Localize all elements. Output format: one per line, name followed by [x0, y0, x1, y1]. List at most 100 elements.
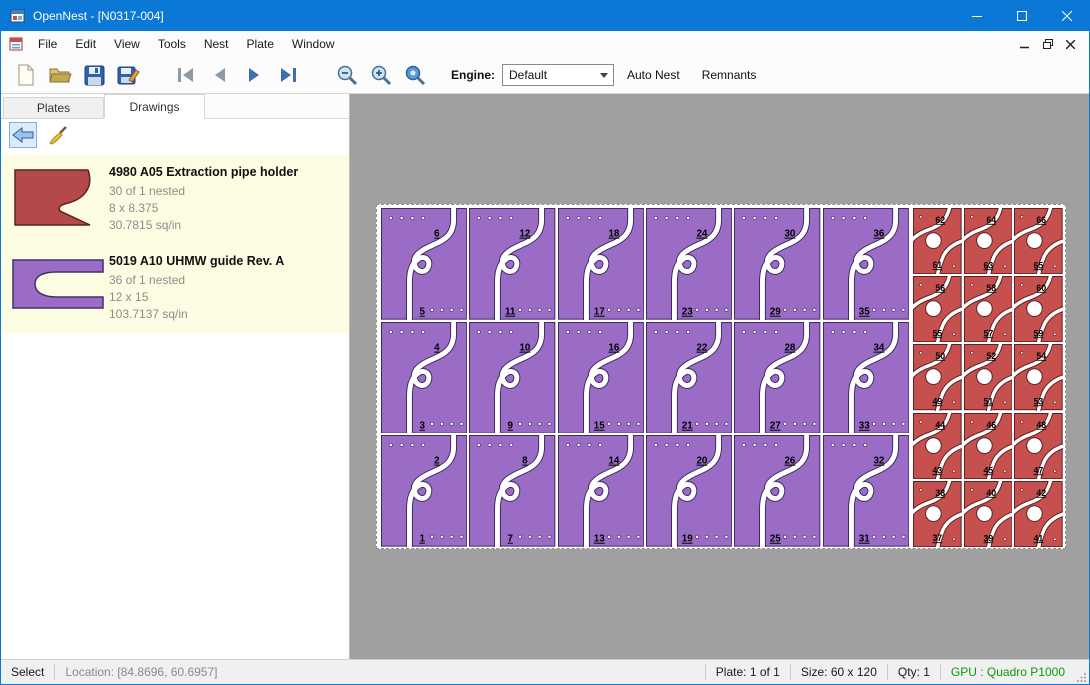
mdi-restore-button[interactable] [1036, 34, 1059, 54]
part-number: 26 [785, 456, 796, 467]
nesting-canvas[interactable]: 6 5 12 11 18 17 24 23 [350, 94, 1089, 659]
nested-part-pair-purple[interactable]: 4 3 [381, 322, 467, 434]
clear-button[interactable] [44, 122, 72, 148]
resize-grip-icon [1077, 672, 1087, 682]
nested-part-pair-red[interactable]: 54 53 [1014, 344, 1063, 410]
nested-part-pair-purple[interactable]: 8 7 [469, 435, 555, 547]
resize-grip[interactable] [1075, 660, 1089, 684]
drawing-meta: 5019 A10 UHMW guide Rev. A 36 of 1 neste… [109, 252, 284, 323]
nested-part-pair-red[interactable]: 40 39 [964, 481, 1013, 547]
save-icon [84, 65, 105, 86]
nested-part-pair-red[interactable]: 64 63 [964, 208, 1013, 274]
drawing-list-item[interactable]: 4980 A05 Extraction pipe holder 30 of 1 … [1, 155, 349, 244]
chevron-down-icon [600, 73, 608, 78]
part-number: 6 [434, 229, 440, 240]
part-number: 37 [932, 533, 942, 543]
mdi-minimize-button[interactable] [1013, 34, 1036, 54]
nav-previous-button[interactable] [203, 60, 237, 90]
nested-part-pair-purple[interactable]: 28 27 [734, 322, 820, 434]
mdi-minimize-icon [1020, 40, 1029, 49]
part-number: 20 [696, 456, 707, 467]
save-as-button[interactable] [111, 60, 145, 90]
plate[interactable]: 6 5 12 11 18 17 24 23 [376, 204, 1066, 549]
nested-part-pair-red[interactable]: 62 61 [913, 208, 962, 274]
nested-part-pair-red[interactable]: 44 43 [913, 413, 962, 479]
remnants-button[interactable]: Remnants [693, 62, 766, 88]
nested-part-pair-purple[interactable]: 36 35 [823, 208, 909, 320]
part-number: 18 [608, 229, 619, 240]
nested-part-pair-purple[interactable]: 30 29 [734, 208, 820, 320]
drawing-list: 4980 A05 Extraction pipe holder 30 of 1 … [1, 151, 349, 659]
part-number: 15 [593, 420, 604, 431]
menu-item-view[interactable]: View [105, 32, 149, 56]
part-number: 60 [1037, 283, 1047, 293]
nested-part-pair-red[interactable]: 50 49 [913, 344, 962, 410]
nested-part-pair-purple[interactable]: 18 17 [558, 208, 644, 320]
nav-last-button[interactable] [271, 60, 305, 90]
nested-part-pair-purple[interactable]: 26 25 [734, 435, 820, 547]
minimize-button[interactable] [954, 1, 999, 31]
nested-part-pair-red[interactable]: 38 37 [913, 481, 962, 547]
nested-part-pair-purple[interactable]: 22 21 [646, 322, 732, 434]
nested-part-pair-purple[interactable]: 16 15 [558, 322, 644, 434]
part-number: 50 [935, 351, 945, 361]
nested-part-pair-red[interactable]: 46 45 [964, 413, 1013, 479]
tab-plates[interactable]: Plates [3, 97, 104, 118]
nested-part-pair-red[interactable]: 56 55 [913, 276, 962, 342]
part-number: 14 [608, 456, 619, 467]
drawing-title: 5019 A10 UHMW guide Rev. A [109, 254, 284, 268]
status-plate: Plate: 1 of 1 [706, 665, 790, 679]
nested-part-pair-purple[interactable]: 24 23 [646, 208, 732, 320]
nested-part-pair-red[interactable]: 42 41 [1014, 481, 1063, 547]
zoom-in-button[interactable] [363, 60, 397, 90]
part-number: 43 [932, 465, 942, 475]
tab-drawings[interactable]: Drawings [104, 94, 205, 119]
part-shape-red [12, 167, 104, 229]
menu-item-nest[interactable]: Nest [195, 32, 238, 56]
save-button[interactable] [77, 60, 111, 90]
menu-item-edit[interactable]: Edit [66, 32, 105, 56]
open-button[interactable] [43, 60, 77, 90]
nested-part-pair-red[interactable]: 66 65 [1014, 208, 1063, 274]
menu-item-window[interactable]: Window [283, 32, 344, 56]
part-number: 21 [682, 420, 693, 431]
menu-item-file[interactable]: File [29, 32, 66, 56]
engine-select[interactable]: Default [502, 64, 614, 86]
nested-part-pair-purple[interactable]: 32 31 [823, 435, 909, 547]
send-back-button[interactable] [9, 122, 37, 148]
close-button[interactable] [1044, 1, 1089, 31]
menu-item-tools[interactable]: Tools [149, 32, 195, 56]
nav-next-button[interactable] [237, 60, 271, 90]
nested-part-pair-purple[interactable]: 34 33 [823, 322, 909, 434]
nested-part-pair-red[interactable]: 52 51 [964, 344, 1013, 410]
auto-nest-button[interactable]: Auto Nest [618, 62, 689, 88]
zoom-out-button[interactable] [329, 60, 363, 90]
part-number: 46 [986, 419, 996, 429]
part-number: 65 [1034, 260, 1044, 270]
maximize-button[interactable] [999, 1, 1044, 31]
broom-icon [48, 125, 68, 145]
nested-part-pair-red[interactable]: 48 47 [1014, 413, 1063, 479]
nested-part-pair-purple[interactable]: 2 1 [381, 435, 467, 547]
status-qty: Qty: 1 [888, 665, 940, 679]
drawing-area: 103.7137 sq/in [109, 306, 284, 323]
new-button[interactable] [9, 60, 43, 90]
purple-parts-grid: 6 5 12 11 18 17 24 23 [381, 208, 909, 547]
zoom-fit-button[interactable] [397, 60, 431, 90]
nested-part-pair-purple[interactable]: 10 9 [469, 322, 555, 434]
menu-item-plate[interactable]: Plate [238, 32, 283, 56]
part-number: 42 [1037, 488, 1047, 498]
nested-part-pair-red[interactable]: 60 59 [1014, 276, 1063, 342]
nav-first-button[interactable] [169, 60, 203, 90]
part-number: 52 [986, 351, 996, 361]
nested-part-pair-red[interactable]: 58 57 [964, 276, 1013, 342]
nested-part-pair-purple[interactable]: 6 5 [381, 208, 467, 320]
part-number: 48 [1037, 419, 1047, 429]
drawing-list-item[interactable]: 5019 A10 UHMW guide Rev. A 36 of 1 neste… [1, 244, 349, 333]
nested-part-pair-purple[interactable]: 12 11 [469, 208, 555, 320]
mdi-close-button[interactable] [1059, 34, 1082, 54]
part-number: 3 [419, 420, 425, 431]
nested-part-pair-purple[interactable]: 20 19 [646, 435, 732, 547]
document-icon[interactable] [9, 37, 24, 52]
nested-part-pair-purple[interactable]: 14 13 [558, 435, 644, 547]
